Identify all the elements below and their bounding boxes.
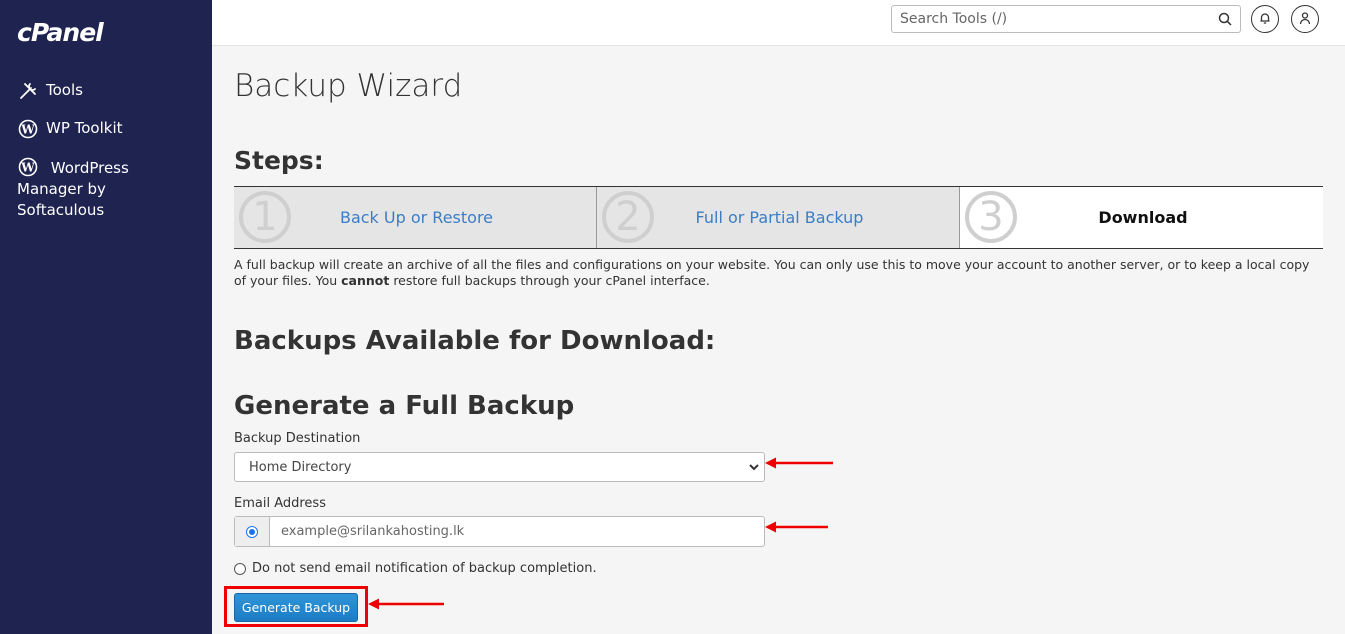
radio-dot <box>249 528 255 535</box>
generate-backup-button[interactable]: Generate Backup <box>234 593 358 622</box>
user-account-button[interactable] <box>1291 5 1319 33</box>
no-email-notification-option[interactable]: Do not send email notification of backup… <box>234 561 597 576</box>
step-label[interactable]: Full or Partial Backup <box>597 187 959 248</box>
sidebar-item-label: WP Toolkit <box>46 119 123 137</box>
wordpress-icon: W <box>17 118 39 140</box>
cpanel-logo[interactable]: cPanel <box>17 18 104 47</box>
sidebar-item-tools[interactable]: Tools <box>17 80 83 102</box>
no-email-radio[interactable] <box>234 562 246 575</box>
email-radio-addon[interactable] <box>235 517 270 546</box>
annotation-arrow <box>765 521 828 533</box>
step-label[interactable]: Back Up or Restore <box>234 187 596 248</box>
description-text: restore full backups through your cPanel… <box>389 273 710 288</box>
steps-bar: 1 Back Up or Restore 2 Full or Partial B… <box>234 186 1323 249</box>
sidebar-item-wordpress-manager[interactable]: W WordPress Manager by Softaculous <box>17 156 197 221</box>
svg-text:W: W <box>20 161 35 175</box>
description-bold: cannot <box>341 273 390 288</box>
user-icon <box>1298 10 1312 29</box>
svg-text:W: W <box>20 123 35 137</box>
search-icon[interactable] <box>1218 11 1232 30</box>
email-input[interactable] <box>270 517 764 546</box>
backup-destination-label: Backup Destination <box>234 431 361 446</box>
step-label: Download <box>1098 208 1188 227</box>
full-backup-description: A full backup will create an archive of … <box>234 257 1324 289</box>
bell-icon <box>1258 10 1272 29</box>
annotation-arrow <box>765 457 833 469</box>
sidebar-item-label: Tools <box>46 81 83 99</box>
notifications-button[interactable] <box>1251 5 1279 33</box>
no-email-label: Do not send email notification of backup… <box>252 561 597 576</box>
steps-title: Steps: <box>234 146 324 175</box>
email-address-group <box>234 516 765 547</box>
search-box[interactable] <box>891 5 1241 33</box>
step-download: 3 Download <box>960 187 1323 248</box>
generate-full-backup-heading: Generate a Full Backup <box>234 391 575 421</box>
tools-icon <box>17 80 39 102</box>
search-input[interactable] <box>892 6 1202 32</box>
sidebar: cPanel Tools W WP Toolkit W WordPress Ma… <box>0 0 212 634</box>
top-bar <box>212 0 1345 46</box>
step-full-or-partial-backup[interactable]: 2 Full or Partial Backup <box>597 187 960 248</box>
email-address-label: Email Address <box>234 496 326 511</box>
backup-destination-value: Home Directory <box>249 460 352 475</box>
backups-available-heading: Backups Available for Download: <box>234 326 716 356</box>
wordpress-icon: W <box>17 156 39 178</box>
page-title: Backup Wizard <box>234 68 463 104</box>
backup-destination-select[interactable]: Home Directory <box>234 452 765 482</box>
chevron-down-icon <box>748 461 760 477</box>
annotation-arrow <box>368 598 444 610</box>
step-back-up-or-restore[interactable]: 1 Back Up or Restore <box>234 187 597 248</box>
email-notify-radio[interactable] <box>246 525 258 538</box>
sidebar-item-wp-toolkit[interactable]: W WP Toolkit <box>17 118 123 140</box>
